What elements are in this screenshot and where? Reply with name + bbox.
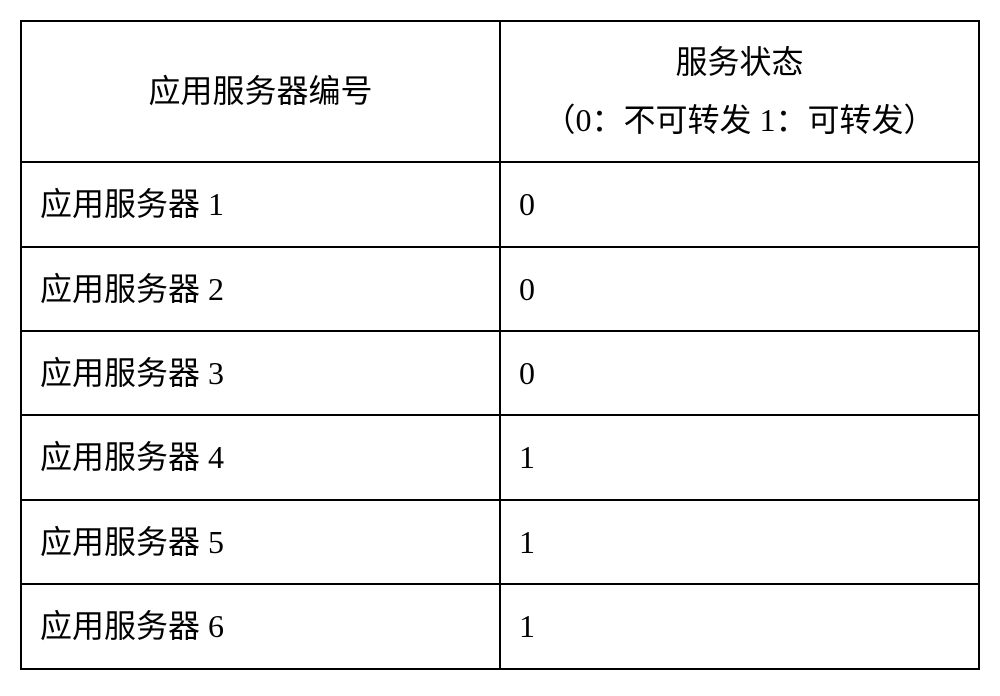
header-status: 服务状态 （0：不可转发 1：可转发） xyxy=(500,21,979,162)
header-server-id: 应用服务器编号 xyxy=(21,21,500,162)
table-header: 应用服务器编号 服务状态 （0：不可转发 1：可转发） xyxy=(21,21,979,162)
cell-server: 应用服务器 1 xyxy=(21,162,500,246)
cell-status: 0 xyxy=(500,162,979,246)
table: 应用服务器编号 服务状态 （0：不可转发 1：可转发） 应用服务器 1 0 应用… xyxy=(20,20,980,670)
cell-status: 1 xyxy=(500,500,979,584)
cell-status: 1 xyxy=(500,415,979,499)
cell-server: 应用服务器 5 xyxy=(21,500,500,584)
cell-server: 应用服务器 2 xyxy=(21,247,500,331)
table-row: 应用服务器 5 1 xyxy=(21,500,979,584)
table-header-row: 应用服务器编号 服务状态 （0：不可转发 1：可转发） xyxy=(21,21,979,162)
table-row: 应用服务器 3 0 xyxy=(21,331,979,415)
cell-status: 0 xyxy=(500,247,979,331)
server-status-table: 应用服务器编号 服务状态 （0：不可转发 1：可转发） 应用服务器 1 0 应用… xyxy=(20,20,980,670)
header-col2-line1: 服务状态 xyxy=(511,34,968,92)
table-row: 应用服务器 2 0 xyxy=(21,247,979,331)
header-col2-line2: （0：不可转发 1：可转发） xyxy=(511,92,968,150)
header-col1-text: 应用服务器编号 xyxy=(148,73,372,109)
table-row: 应用服务器 6 1 xyxy=(21,584,979,668)
cell-server: 应用服务器 3 xyxy=(21,331,500,415)
cell-status: 0 xyxy=(500,331,979,415)
table-row: 应用服务器 1 0 xyxy=(21,162,979,246)
cell-server: 应用服务器 4 xyxy=(21,415,500,499)
cell-status: 1 xyxy=(500,584,979,668)
table-body: 应用服务器 1 0 应用服务器 2 0 应用服务器 3 0 应用服务器 4 1 … xyxy=(21,162,979,668)
table-row: 应用服务器 4 1 xyxy=(21,415,979,499)
cell-server: 应用服务器 6 xyxy=(21,584,500,668)
